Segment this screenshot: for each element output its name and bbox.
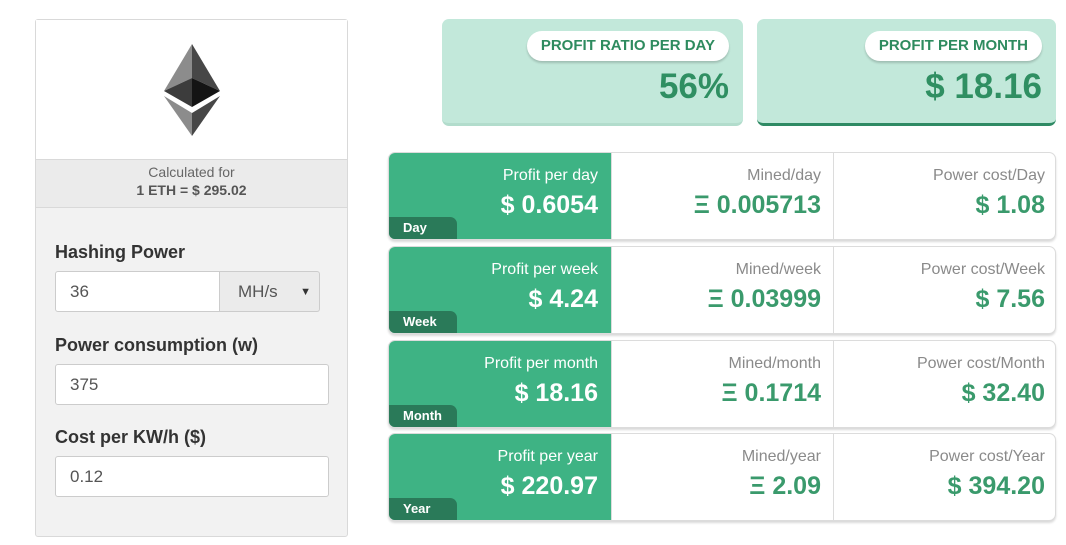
profit-month-label: PROFIT PER MONTH (864, 31, 1042, 61)
profit-value: $ 0.6054 (500, 191, 598, 219)
power-cost-label: Power cost/Year (929, 448, 1045, 465)
cost-per-kwh-label: Cost per KW/h ($) (55, 427, 206, 447)
power-cost-value: $ 1.08 (975, 191, 1045, 219)
mined-label: Mined/year (741, 448, 821, 465)
profit-cell: Profit per month $ 18.16 Month (389, 341, 611, 427)
mined-cell: Mined/year Ξ 2.09 (611, 434, 833, 520)
power-cost-label: Power cost/Day (932, 167, 1045, 184)
calculator-panel: Calculated for 1 ETH = $ 295.02 Hashing … (35, 19, 348, 537)
period-tag: Week (389, 311, 457, 333)
cost-per-kwh-input[interactable]: 0.12 (55, 456, 329, 497)
power-cost-value: $ 394.20 (947, 472, 1045, 500)
profit-value: $ 220.97 (500, 472, 598, 500)
mined-label: Mined/month (728, 355, 822, 372)
power-cost-cell: Power cost/Month $ 32.40 (833, 341, 1055, 427)
result-row-week: Profit per week $ 4.24 Week Mined/week Ξ… (388, 246, 1056, 334)
hashing-unit-select[interactable]: MH/s ▼ (220, 271, 320, 312)
period-tag: Month (389, 405, 457, 427)
result-row-day: Profit per day $ 0.6054 Day Mined/day Ξ … (388, 152, 1056, 240)
power-cost-value: $ 32.40 (961, 379, 1045, 407)
profit-ratio-label: PROFIT RATIO PER DAY (526, 31, 729, 61)
profit-cell: Profit per day $ 0.6054 Day (389, 153, 611, 239)
profit-label: Profit per day (502, 167, 598, 184)
profit-label: Profit per year (497, 448, 598, 465)
profit-month-value: $ 18.16 (925, 67, 1042, 106)
profit-ratio-value: 56% (658, 67, 729, 106)
profit-cell: Profit per week $ 4.24 Week (389, 247, 611, 333)
calculated-for-label: Calculated for (148, 164, 235, 180)
hashing-power-group: 36 MH/s ▼ (55, 271, 320, 312)
profit-value: $ 18.16 (514, 379, 598, 407)
period-tag: Day (389, 217, 457, 239)
profit-ratio-card: PROFIT RATIO PER DAY 56% (442, 19, 743, 126)
ethereum-logo-icon (163, 43, 220, 136)
mined-label: Mined/week (735, 261, 821, 278)
exchange-rate-box: Calculated for 1 ETH = $ 295.02 (36, 160, 347, 208)
profit-value: $ 4.24 (528, 285, 598, 313)
profit-cell: Profit per year $ 220.97 Year (389, 434, 611, 520)
result-row-month: Profit per month $ 18.16 Month Mined/mon… (388, 340, 1056, 428)
profit-label: Profit per month (484, 355, 598, 372)
mined-label: Mined/day (747, 167, 821, 184)
period-tag: Year (389, 498, 457, 520)
power-cost-cell: Power cost/Year $ 394.20 (833, 434, 1055, 520)
power-cost-cell: Power cost/Day $ 1.08 (833, 153, 1055, 239)
mined-value: Ξ 0.1714 (721, 379, 822, 407)
mined-cell: Mined/week Ξ 0.03999 (611, 247, 833, 333)
profit-month-card: PROFIT PER MONTH $ 18.16 (757, 19, 1056, 126)
exchange-rate: 1 ETH = $ 295.02 (136, 182, 247, 198)
mined-value: Ξ 0.03999 (707, 285, 821, 313)
hashing-unit-value: MH/s (238, 281, 278, 301)
mined-value: Ξ 0.005713 (693, 191, 821, 219)
profit-label: Profit per week (491, 261, 598, 278)
result-row-year: Profit per year $ 220.97 Year Mined/year… (388, 433, 1056, 521)
logo-area (36, 20, 347, 160)
mined-cell: Mined/month Ξ 0.1714 (611, 341, 833, 427)
hashing-power-input[interactable]: 36 (55, 271, 220, 312)
mined-value: Ξ 2.09 (749, 472, 821, 500)
power-consumption-label: Power consumption (w) (55, 335, 259, 355)
power-cost-label: Power cost/Week (920, 261, 1045, 278)
power-cost-label: Power cost/Month (916, 355, 1045, 372)
power-cost-value: $ 7.56 (975, 285, 1045, 313)
caret-down-icon: ▼ (300, 285, 311, 298)
mined-cell: Mined/day Ξ 0.005713 (611, 153, 833, 239)
hashing-power-label: Hashing Power (55, 242, 186, 262)
power-cost-cell: Power cost/Week $ 7.56 (833, 247, 1055, 333)
power-consumption-input[interactable]: 375 (55, 364, 329, 405)
